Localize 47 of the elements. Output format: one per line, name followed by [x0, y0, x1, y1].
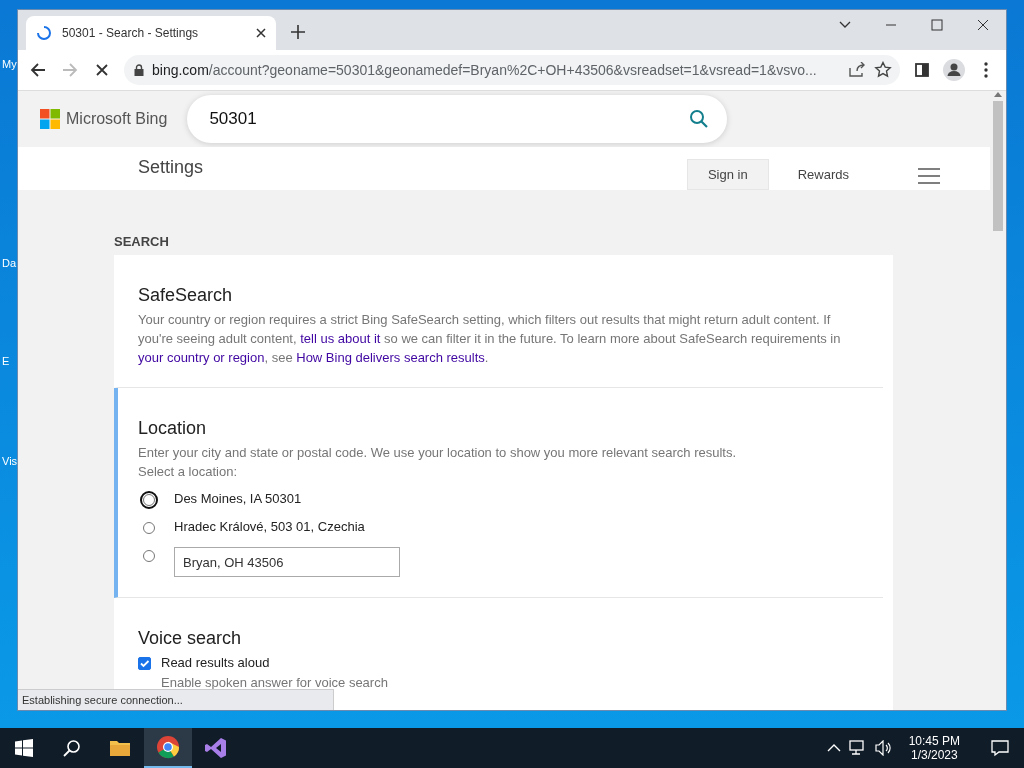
desktop-icon-label[interactable]: My: [2, 58, 17, 70]
address-bar[interactable]: bing.com/account?geoname=50301&geonamedef=Bryan%2C+OH+43506&vsreadset=1&vsread=1&vsvo...: [124, 55, 900, 85]
description-text: Your country or region requires a strict Bing SafeSearch setting, which filters out results that might return adult content. If you're seeing adult content, tell us about it so we can filter it in the future. To learn more about SafeSearch requirements in your country or region, see How Bing delivers search results.: [138, 311, 842, 367]
nav-link[interactable]: Rewards: [776, 159, 870, 190]
scrollbar-thumb[interactable]: [993, 101, 1003, 231]
location-input[interactable]: Bryan, OH 43506: [174, 547, 400, 577]
notification-icon[interactable]: [991, 739, 1009, 757]
folder-icon[interactable]: [109, 739, 131, 757]
volume-icon[interactable]: [874, 740, 893, 756]
section-title: Location: [138, 418, 208, 439]
browser-tab[interactable]: 50301 - Search - Settings: [26, 16, 276, 50]
clock[interactable]: 10:45 PM 1/3/2023: [900, 734, 968, 762]
close-tab-icon[interactable]: [256, 28, 266, 38]
share-icon[interactable]: [848, 62, 866, 78]
network-icon[interactable]: [848, 740, 867, 756]
status-bubble: Establishing secure connection...: [18, 689, 334, 710]
nav-link[interactable]: Sign in: [686, 159, 769, 190]
studio-icon[interactable]: [204, 736, 228, 760]
desktop-icon-label[interactable]: E: [2, 355, 10, 367]
checkbox[interactable]: [138, 657, 151, 670]
profile-icon[interactable]: [940, 56, 968, 84]
link[interactable]: How Bing delivers search results: [296, 350, 485, 365]
chrome-icon[interactable]: [156, 735, 180, 759]
hint-text: Enable spoken answer for voice search: [161, 675, 388, 690]
desktop-icon-label[interactable]: Da: [2, 257, 17, 269]
prompt-text: Select a location:: [138, 463, 238, 481]
section-title: SafeSearch: [138, 285, 234, 306]
star-icon[interactable]: [874, 61, 892, 79]
description-text: Enter your city and state or postal code. We use your location to show you more relevant search results.: [138, 444, 738, 462]
page-title: Settings: [138, 157, 204, 179]
chevron-up-icon[interactable]: [826, 743, 841, 753]
menu-icon[interactable]: [918, 168, 940, 184]
search-field[interactable]: 50301: [187, 95, 728, 143]
lock-icon: [134, 64, 144, 76]
new-tab-icon[interactable]: [291, 25, 305, 39]
search-icon[interactable]: [63, 739, 81, 757]
logo-text[interactable]: Microsoft Bing: [66, 110, 168, 128]
section-title: Voice search: [138, 628, 243, 649]
scrollbar[interactable]: [990, 91, 1006, 710]
link[interactable]: tell us about it: [300, 331, 381, 346]
microsoft-logo-icon[interactable]: [40, 109, 60, 129]
windows-start-icon[interactable]: [15, 739, 33, 757]
section-label: SEARCH: [114, 234, 170, 249]
desktop-icon-label[interactable]: Vis: [2, 455, 18, 467]
checkbox-label[interactable]: Read results aloud: [161, 655, 388, 670]
radio-label[interactable]: Hradec Králové, 503 01, Czechia: [174, 519, 365, 534]
radio-label[interactable]: Des Moines, IA 50301: [174, 491, 302, 506]
